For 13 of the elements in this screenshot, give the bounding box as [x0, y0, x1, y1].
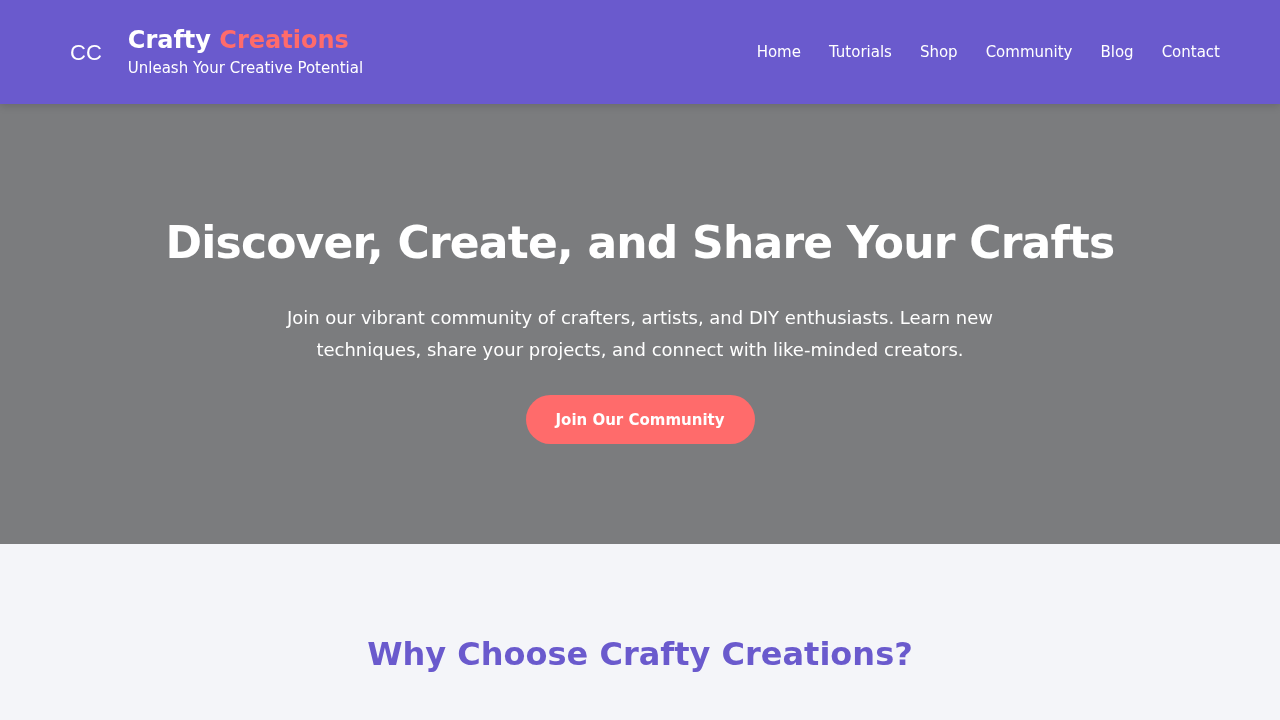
- nav-link[interactable]: Blog: [1100, 43, 1134, 61]
- features-title: Why Choose Crafty Creations?: [367, 634, 913, 675]
- hero-title: Discover, Create, and Share Your Crafts: [165, 216, 1115, 270]
- join-community-button[interactable]: Join Our Community: [525, 395, 755, 444]
- logo-text: CC: [70, 40, 102, 66]
- hero-text: Join our vibrant community of crafters, artists, and DIY enthusiasts. Learn new techniques, share your projects, and connect with like-minded creators.: [285, 306, 995, 362]
- nav-link[interactable]: Community: [985, 43, 1073, 61]
- nav-link[interactable]: Shop: [919, 43, 958, 61]
- brand-tagline: Unleash Your Creative Potential: [127, 58, 364, 78]
- nav-link[interactable]: Contact: [1161, 43, 1220, 61]
- brand-title: Crafty Creations: [127, 26, 350, 54]
- nav-link[interactable]: Tutorials: [828, 43, 892, 61]
- nav-link[interactable]: Home: [756, 43, 801, 61]
